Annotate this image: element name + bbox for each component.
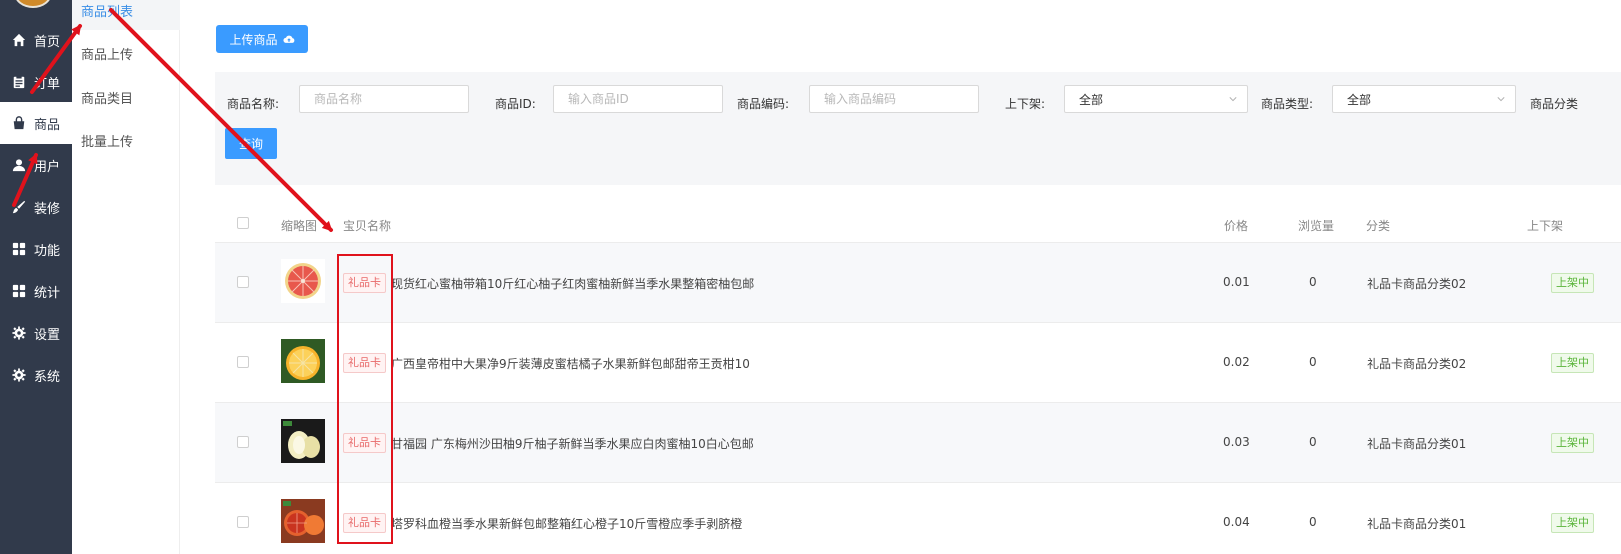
product-category-label: 商品分类 bbox=[1530, 97, 1579, 111]
product-category: 礼品卡商品分类01 bbox=[1367, 437, 1467, 451]
shelf-status-select[interactable]: 全部 bbox=[1064, 85, 1248, 113]
product-code-label: 商品编码: bbox=[737, 97, 790, 111]
product-category: 礼品卡商品分类01 bbox=[1367, 517, 1467, 531]
product-table: 缩略图 宝贝名称 价格 浏览量 分类 上下架 礼品卡 现货红心蜜柚带箱10斤红心… bbox=[215, 205, 1621, 554]
gear-icon bbox=[12, 368, 26, 382]
product-category: 礼品卡商品分类02 bbox=[1367, 277, 1467, 291]
submenu-item-batch-upload[interactable]: 批量上传 bbox=[72, 120, 180, 160]
chevron-down-icon bbox=[1229, 97, 1237, 102]
sidebar-item-label: 设置 bbox=[34, 327, 61, 343]
product-name[interactable]: 甘福园 广东梅州沙田柚9斤柚子新鲜当季水果应白肉蜜柚10白心包邮 bbox=[391, 435, 754, 452]
product-views: 0 bbox=[1309, 275, 1317, 289]
product-views: 0 bbox=[1309, 355, 1317, 369]
main-content: 上传商品 商品名称: 商品ID: 商品编码: 上下架: 全部 商品类型: 全部 … bbox=[181, 0, 1621, 554]
home-icon bbox=[12, 33, 26, 47]
sidebar-item-functions[interactable]: 功能 bbox=[0, 228, 72, 270]
sidebar-item-users[interactable]: 用户 bbox=[0, 144, 72, 186]
sidebar-item-home[interactable]: 首页 bbox=[0, 19, 72, 61]
sidebar-item-label: 用户 bbox=[34, 159, 61, 175]
row-checkbox[interactable] bbox=[237, 516, 249, 528]
product-id-label: 商品ID: bbox=[495, 97, 536, 111]
table-row[interactable]: 礼品卡 广西皇帝柑中大果净9斤装薄皮蜜桔橘子水果新鲜包邮甜帝王贡柑10 0.02… bbox=[215, 323, 1621, 403]
grid-icon bbox=[12, 284, 26, 298]
annotation-highlight-box bbox=[337, 254, 393, 544]
product-price: 0.03 bbox=[1223, 435, 1250, 449]
avatar[interactable] bbox=[14, 0, 52, 8]
submenu-item-product-upload[interactable]: 商品上传 bbox=[72, 33, 180, 73]
sidebar-item-label: 首页 bbox=[34, 34, 61, 50]
table-row[interactable]: 礼品卡 塔罗科血橙当季水果新鲜包邮整箱红心橙子10斤雪橙应季手剥脐橙 0.04 … bbox=[215, 483, 1621, 554]
filter-panel: 商品名称: 商品ID: 商品编码: 上下架: 全部 商品类型: 全部 商品分类 … bbox=[215, 72, 1621, 185]
sidebar-item-decoration[interactable]: 装修 bbox=[0, 186, 72, 228]
query-button[interactable]: 查询 bbox=[225, 128, 277, 159]
product-name[interactable]: 塔罗科血橙当季水果新鲜包邮整箱红心橙子10斤雪橙应季手剥脐橙 bbox=[391, 515, 742, 532]
product-name[interactable]: 现货红心蜜柚带箱10斤红心柚子红肉蜜柚新鲜当季水果整箱密柚包邮 bbox=[391, 275, 754, 292]
product-name-label: 商品名称: bbox=[227, 97, 280, 111]
product-views: 0 bbox=[1309, 435, 1317, 449]
sidebar-item-label: 商品 bbox=[34, 117, 61, 133]
column-header-thumbnail: 缩略图 bbox=[281, 219, 318, 233]
status-badge: 上架中 bbox=[1551, 273, 1594, 293]
submenu-item-product-category[interactable]: 商品类目 bbox=[72, 77, 180, 117]
sidebar-item-orders[interactable]: 订单 bbox=[0, 61, 72, 103]
brush-icon bbox=[12, 200, 26, 214]
product-price: 0.02 bbox=[1223, 355, 1250, 369]
product-type-select[interactable]: 全部 bbox=[1332, 85, 1516, 113]
clipboard-icon bbox=[12, 75, 26, 89]
product-type-label: 商品类型: bbox=[1261, 97, 1314, 111]
status-badge: 上架中 bbox=[1551, 353, 1594, 373]
product-price: 0.04 bbox=[1223, 515, 1250, 529]
status-badge: 上架中 bbox=[1551, 433, 1594, 453]
product-views: 0 bbox=[1309, 515, 1317, 529]
sidebar-item-label: 系统 bbox=[34, 369, 61, 385]
orange-image bbox=[281, 339, 325, 383]
grid-icon bbox=[12, 242, 26, 256]
sidebar-item-label: 装修 bbox=[34, 201, 61, 217]
sidebar-item-products[interactable]: 商品 bbox=[0, 102, 72, 144]
upload-product-button[interactable]: 上传商品 bbox=[216, 25, 308, 53]
product-name[interactable]: 广西皇帝柑中大果净9斤装薄皮蜜桔橘子水果新鲜包邮甜帝王贡柑10 bbox=[391, 355, 750, 372]
column-header-name: 宝贝名称 bbox=[343, 219, 392, 233]
product-submenu: 商品列表 商品上传 商品类目 批量上传 bbox=[72, 0, 180, 554]
shelf-status-label: 上下架: bbox=[1005, 97, 1046, 111]
product-code-input[interactable] bbox=[809, 85, 979, 113]
table-row[interactable]: 礼品卡 现货红心蜜柚带箱10斤红心柚子红肉蜜柚新鲜当季水果整箱密柚包邮 0.01… bbox=[215, 243, 1621, 323]
row-checkbox[interactable] bbox=[237, 436, 249, 448]
sidebar-item-statistics[interactable]: 统计 bbox=[0, 270, 72, 312]
column-header-views: 浏览量 bbox=[1298, 219, 1335, 233]
sidebar-item-label: 统计 bbox=[34, 285, 61, 301]
sidebar-item-label: 功能 bbox=[34, 243, 61, 259]
product-id-input[interactable] bbox=[553, 85, 723, 113]
product-name-input[interactable] bbox=[299, 85, 469, 113]
shelf-status-value: 全部 bbox=[1079, 92, 1104, 107]
user-icon bbox=[12, 158, 26, 172]
red-grapefruit-image bbox=[281, 259, 325, 303]
blood-orange-image bbox=[281, 499, 325, 543]
sidebar-item-label: 订单 bbox=[34, 76, 61, 92]
cloud-upload-icon bbox=[282, 35, 294, 43]
product-type-value: 全部 bbox=[1347, 92, 1372, 107]
main-sidebar: 首页 订单 商品 用户 装修 功能 统计 设置 系统 bbox=[0, 0, 72, 554]
sidebar-item-settings[interactable]: 设置 bbox=[0, 312, 72, 354]
column-header-price: 价格 bbox=[1224, 219, 1249, 233]
sidebar-item-system[interactable]: 系统 bbox=[0, 354, 72, 396]
submenu-item-product-list[interactable]: 商品列表 bbox=[72, 0, 180, 30]
gear-icon bbox=[12, 326, 26, 340]
table-row[interactable]: 礼品卡 甘福园 广东梅州沙田柚9斤柚子新鲜当季水果应白肉蜜柚10白心包邮 0.0… bbox=[215, 403, 1621, 483]
select-all-checkbox[interactable] bbox=[237, 217, 249, 229]
upload-button-label: 上传商品 bbox=[229, 32, 278, 47]
row-checkbox[interactable] bbox=[237, 276, 249, 288]
product-category: 礼品卡商品分类02 bbox=[1367, 357, 1467, 371]
pomelo-image bbox=[281, 419, 325, 463]
status-badge: 上架中 bbox=[1551, 513, 1594, 533]
chevron-down-icon bbox=[1497, 97, 1505, 102]
column-header-status: 上下架 bbox=[1527, 219, 1564, 233]
shopping-bag-icon bbox=[12, 116, 26, 130]
row-checkbox[interactable] bbox=[237, 356, 249, 368]
table-header: 缩略图 宝贝名称 价格 浏览量 分类 上下架 bbox=[215, 205, 1621, 243]
product-price: 0.01 bbox=[1223, 275, 1250, 289]
column-header-category: 分类 bbox=[1366, 219, 1391, 233]
